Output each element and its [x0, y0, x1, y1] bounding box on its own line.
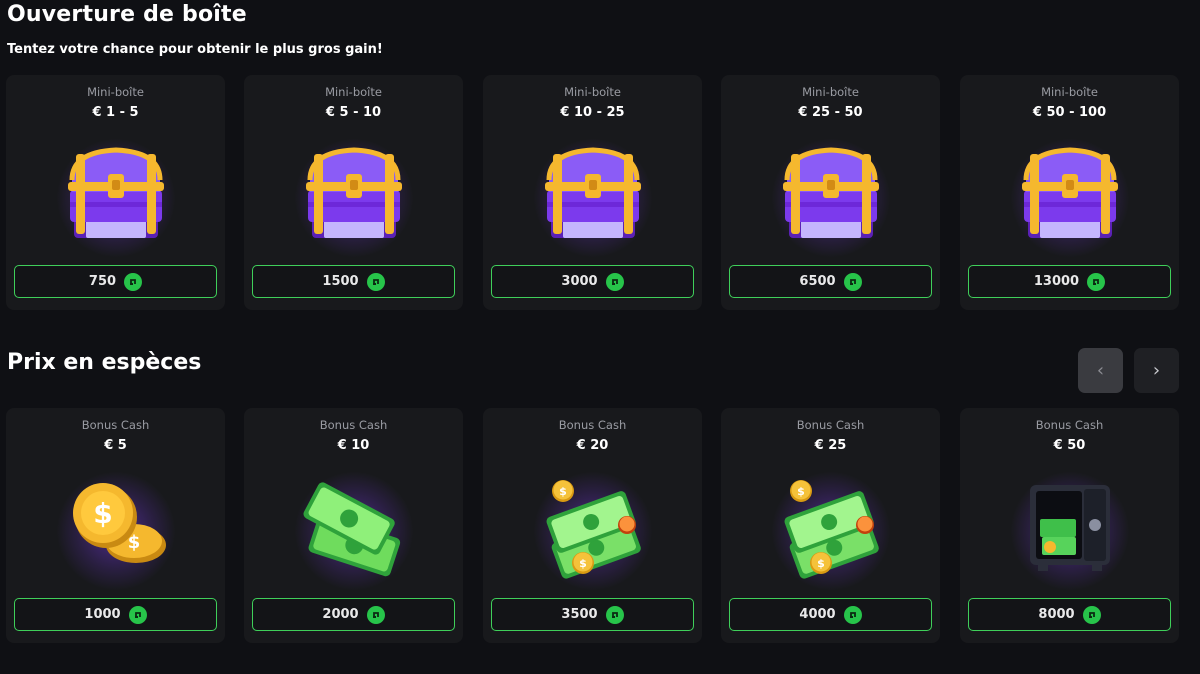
- card-category: Mini-boîte: [87, 85, 144, 99]
- card-amount: € 50: [1053, 438, 1086, 453]
- card-amount: € 5: [104, 438, 127, 453]
- carousel-next-button[interactable]: ›: [1134, 348, 1179, 393]
- price-value: 3000: [561, 274, 598, 289]
- price-button[interactable]: 1500: [252, 265, 455, 298]
- card-amount: € 25 - 50: [798, 105, 863, 120]
- banknotes-icon: [284, 463, 424, 593]
- price-value: 6500: [799, 274, 836, 289]
- price-value: 8000: [1038, 607, 1075, 622]
- price-button[interactable]: 3000: [491, 265, 694, 298]
- cash-card[interactable]: Bonus Cash € 20 3500: [483, 408, 702, 643]
- box-card[interactable]: Mini-boîte € 1 - 5 750: [6, 75, 225, 310]
- card-amount: € 5 - 10: [325, 105, 382, 120]
- currency-icon: [1082, 605, 1101, 624]
- card-category: Bonus Cash: [1035, 418, 1104, 432]
- price-value: 1500: [322, 274, 359, 289]
- section-title-cash: Prix en espèces: [7, 350, 202, 375]
- section-title-boxes: Ouverture de boîte: [7, 2, 247, 27]
- card-amount: € 1 - 5: [92, 105, 139, 120]
- cash-card[interactable]: Bonus Cash € 5 $ $ 1000: [6, 408, 225, 643]
- treasure-chest-icon: [761, 130, 901, 260]
- currency-icon: [843, 272, 862, 291]
- svg-text:$: $: [93, 497, 112, 530]
- price-value: 1000: [84, 607, 121, 622]
- card-amount: € 20: [576, 438, 609, 453]
- box-card[interactable]: Mini-boîte € 25 - 50 6500: [721, 75, 940, 310]
- gold-coins-icon: $ $: [46, 463, 186, 593]
- card-category: Mini-boîte: [564, 85, 621, 99]
- money-safe-icon: [1000, 463, 1140, 593]
- box-card[interactable]: Mini-boîte € 5 - 10 1500: [244, 75, 463, 310]
- currency-icon: [843, 605, 862, 624]
- currency-icon: [605, 272, 624, 291]
- chevron-right-icon: ›: [1152, 360, 1161, 381]
- box-card[interactable]: Mini-boîte € 50 - 100 13000: [960, 75, 1179, 310]
- price-value: 2000: [322, 607, 359, 622]
- cash-card[interactable]: Bonus Cash € 50 8000: [960, 408, 1179, 643]
- card-amount: € 50 - 100: [1032, 105, 1107, 120]
- price-button[interactable]: 3500: [491, 598, 694, 631]
- treasure-chest-icon: [1000, 130, 1140, 260]
- card-category: Bonus Cash: [796, 418, 865, 432]
- card-category: Bonus Cash: [558, 418, 627, 432]
- card-amount: € 25: [814, 438, 847, 453]
- price-button[interactable]: 4000: [729, 598, 932, 631]
- treasure-chest-icon: [523, 130, 663, 260]
- currency-icon: [366, 272, 385, 291]
- currency-icon: [128, 605, 147, 624]
- chevron-left-icon: ‹: [1096, 360, 1105, 381]
- card-amount: € 10 - 25: [560, 105, 625, 120]
- treasure-chest-icon: [284, 130, 424, 260]
- price-button[interactable]: 13000: [968, 265, 1171, 298]
- price-value: 13000: [1033, 274, 1080, 289]
- box-card-row: Mini-boîte € 1 - 5 750 Mini-boîte € 5 - …: [6, 75, 1196, 310]
- section-subtitle-boxes: Tentez votre chance pour obtenir le plus…: [7, 42, 383, 57]
- price-button[interactable]: 2000: [252, 598, 455, 631]
- treasure-chest-icon: [46, 130, 186, 260]
- price-button[interactable]: 750: [14, 265, 217, 298]
- price-button[interactable]: 1000: [14, 598, 217, 631]
- cash-card[interactable]: Bonus Cash € 10 2000: [244, 408, 463, 643]
- currency-icon: [605, 605, 624, 624]
- box-card[interactable]: Mini-boîte € 10 - 25 3000: [483, 75, 702, 310]
- price-value: 4000: [799, 607, 836, 622]
- cash-card[interactable]: Bonus Cash € 25 4000: [721, 408, 940, 643]
- card-category: Bonus Cash: [81, 418, 150, 432]
- card-category: Mini-boîte: [325, 85, 382, 99]
- price-button[interactable]: 8000: [968, 598, 1171, 631]
- card-category: Mini-boîte: [802, 85, 859, 99]
- carousel-prev-button[interactable]: ‹: [1078, 348, 1123, 393]
- price-button[interactable]: 6500: [729, 265, 932, 298]
- price-value: 3500: [561, 607, 598, 622]
- currency-icon: [1087, 272, 1106, 291]
- cash-card-row: Bonus Cash € 5 $ $ 1000 Bonus Cash € 10 …: [6, 408, 1196, 643]
- card-category: Bonus Cash: [319, 418, 388, 432]
- currency-icon: [366, 605, 385, 624]
- card-category: Mini-boîte: [1041, 85, 1098, 99]
- price-value: 750: [88, 274, 117, 289]
- banknotes-coins-icon: [523, 463, 663, 593]
- card-amount: € 10: [337, 438, 370, 453]
- currency-icon: [124, 272, 143, 291]
- banknotes-coins-icon: [761, 463, 901, 593]
